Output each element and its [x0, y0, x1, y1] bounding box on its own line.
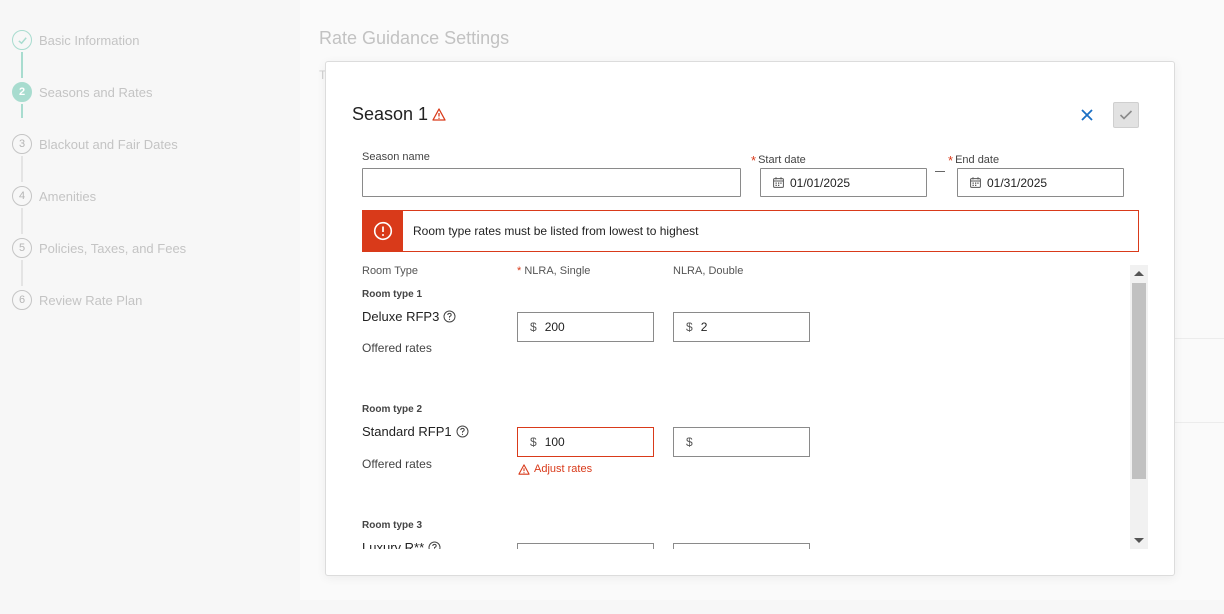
start-date-input[interactable]: 01/01/2025 — [760, 168, 927, 197]
nlra-single-input[interactable]: $200 — [517, 312, 654, 342]
step-label: Policies, Taxes, and Fees — [39, 240, 187, 256]
step-blackout-and-fair-dates[interactable]: 3 Blackout and Fair Dates — [12, 134, 178, 154]
step-label: Review Rate Plan — [39, 292, 143, 308]
step-basic-information[interactable]: Basic Information — [12, 30, 139, 50]
column-header-nlra-single-text: NLRA, Single — [524, 265, 591, 277]
step-connector — [21, 52, 23, 78]
step-connector — [21, 208, 23, 234]
help-icon[interactable] — [443, 310, 456, 323]
step-connector — [21, 260, 23, 286]
step-number: 5 — [12, 238, 32, 258]
modal-title: Season 1 — [352, 104, 446, 125]
season-modal: Season 1 Season name * Start date 01/01/2… — [325, 61, 1175, 576]
required-mark: * — [948, 153, 954, 168]
scrollbar-thumb[interactable] — [1132, 283, 1146, 479]
confirm-button[interactable] — [1113, 102, 1139, 128]
close-button[interactable] — [1076, 104, 1098, 126]
season-name-label: Season name — [362, 151, 430, 163]
step-label: Amenities — [39, 188, 97, 204]
input-value: 100 — [544, 435, 565, 449]
offered-rates-label: Offered rates — [362, 341, 432, 355]
field-error: Adjust rates — [518, 463, 592, 475]
nlra-single-input[interactable]: $100 — [517, 427, 654, 457]
warning-icon — [518, 463, 530, 475]
room-name-text: Standard RFP1 — [362, 424, 452, 439]
calendar-icon — [773, 177, 784, 188]
start-date-label: * Start date — [751, 151, 806, 168]
alert-message: Room type rates must be listed from lowe… — [413, 224, 699, 238]
nlra-double-input[interactable]: $ — [673, 427, 810, 457]
error-icon — [373, 221, 393, 241]
currency-symbol: $ — [686, 320, 693, 334]
field-error-text: Adjust rates — [534, 463, 593, 475]
step-number: 4 — [12, 186, 32, 206]
help-icon[interactable] — [456, 425, 469, 438]
calendar-icon — [970, 177, 981, 188]
required-mark: * — [517, 265, 522, 277]
step-review-rate-plan[interactable]: 6 Review Rate Plan — [12, 290, 142, 310]
currency-symbol: $ — [530, 435, 537, 449]
room-name: Luxury R** — [362, 540, 441, 549]
room-name-text: Luxury R** — [362, 540, 425, 549]
scroll-down-arrow[interactable] — [1134, 538, 1144, 543]
help-icon[interactable] — [428, 541, 441, 549]
step-policies-taxes-fees[interactable]: 5 Policies, Taxes, and Fees — [12, 238, 186, 258]
currency-symbol: $ — [530, 320, 537, 334]
start-date-value: 01/01/2025 — [790, 175, 851, 190]
error-alert: Room type rates must be listed from lowe… — [362, 210, 1139, 252]
end-date-label: * End date — [948, 151, 1000, 168]
step-number: 2 — [12, 82, 32, 102]
step-seasons-and-rates[interactable]: 2 Seasons and Rates — [12, 82, 152, 102]
nlra-single-input[interactable]: $ — [517, 543, 654, 549]
step-label: Blackout and Fair Dates — [39, 136, 178, 152]
step-connector — [21, 156, 23, 182]
room-type-label: Room type 1 — [362, 289, 423, 300]
input-value: 2 — [700, 320, 708, 334]
step-number: 6 — [12, 290, 32, 310]
end-date-label-text: End date — [955, 154, 1000, 166]
room-rates-list[interactable]: Room Type * NLRA, Single NLRA, Double Ro… — [362, 265, 1149, 549]
alert-icon-box — [363, 211, 403, 251]
column-header-room-type: Room Type — [362, 265, 419, 277]
nlra-double-input[interactable]: $ — [673, 543, 810, 549]
currency-symbol: $ — [686, 435, 693, 449]
divider — [1175, 338, 1224, 339]
start-date-label-text: Start date — [758, 154, 806, 166]
divider — [1175, 422, 1224, 423]
room-name: Standard RFP1 — [362, 424, 469, 439]
check-icon — [12, 30, 32, 50]
warning-icon — [432, 108, 446, 121]
required-mark: * — [751, 153, 757, 168]
column-header-nlra-double: NLRA, Double — [673, 265, 744, 277]
step-label: Basic Information — [39, 32, 140, 48]
step-number: 3 — [12, 134, 32, 154]
scroll-up-arrow[interactable] — [1134, 271, 1144, 276]
page-title: Rate Guidance Settings — [319, 28, 510, 48]
date-range-separator — [935, 171, 945, 172]
wizard-sidebar: Basic Information 2 Seasons and Rates 3 … — [0, 0, 300, 614]
season-name-input[interactable] — [362, 168, 741, 197]
end-date-value: 01/31/2025 — [987, 175, 1048, 190]
nlra-double-input[interactable]: $2 — [673, 312, 810, 342]
step-amenities[interactable]: 4 Amenities — [12, 186, 96, 206]
close-icon — [1081, 109, 1093, 121]
vertical-scrollbar[interactable] — [1130, 265, 1148, 549]
room-type-label: Room type 2 — [362, 404, 423, 415]
end-date-input[interactable]: 01/31/2025 — [957, 168, 1124, 197]
room-name: Deluxe RFP3 — [362, 309, 456, 324]
step-label: Seasons and Rates — [39, 84, 153, 100]
column-header-nlra-single: * NLRA, Single — [517, 265, 590, 277]
room-name-text: Deluxe RFP3 — [362, 309, 440, 324]
offered-rates-label: Offered rates — [362, 457, 432, 471]
input-value: 200 — [544, 320, 565, 334]
modal-title-text: Season 1 — [352, 104, 429, 124]
step-connector — [21, 104, 23, 118]
room-type-label: Room type 3 — [362, 520, 423, 531]
check-icon — [1119, 110, 1133, 120]
